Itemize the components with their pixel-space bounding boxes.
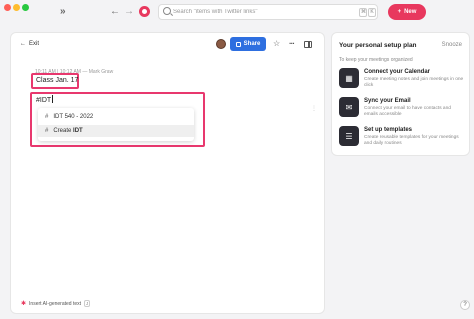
share-label: Share (243, 41, 261, 47)
setup-plan-title: Your personal setup plan (339, 42, 417, 49)
plus-icon: + (397, 9, 402, 15)
lock-icon (235, 41, 241, 47)
search-input[interactable] (173, 6, 343, 18)
new-button-label: New (404, 9, 417, 15)
create-prefix: Create (53, 128, 74, 134)
shortcut-cmd-key: ⌘ (359, 8, 367, 17)
hashtag-text: #IDT (36, 97, 52, 104)
back-arrow-icon: ← (20, 41, 26, 47)
close-window-button[interactable] (4, 4, 11, 11)
new-button[interactable]: + New (388, 4, 426, 20)
avatar[interactable] (216, 39, 226, 49)
setup-task-email[interactable]: ✉ Sync your Email Connect your email to … (339, 97, 467, 123)
task-title: Set up templates (364, 127, 413, 133)
maximize-window-button[interactable] (22, 4, 29, 11)
hash-icon: # (45, 114, 49, 120)
drag-handle-icon[interactable]: ⋮ (311, 105, 317, 112)
setup-task-templates[interactable]: ☰ Set up templates Create reusable templ… (339, 126, 467, 152)
back-arrow-icon[interactable]: ← (110, 6, 120, 18)
exit-button[interactable]: ← Exit (20, 41, 39, 47)
setup-task-calendar[interactable]: ▦ Connect your Calendar Create meeting n… (339, 68, 467, 94)
sidebar-toggle-icon[interactable] (304, 41, 312, 48)
email-icon: ✉ (339, 97, 359, 117)
task-title: Connect your Calendar (364, 69, 431, 75)
collapse-sidebar-icon[interactable]: » (60, 6, 66, 18)
calendar-icon: ▦ (339, 68, 359, 88)
shortcut-k-key: K (368, 8, 376, 17)
document-panel: ← Exit Share ☆ ··· 10:11 AM | 10:12 AM —… (10, 32, 325, 314)
setup-plan-subtitle: To keep your meetings organized (339, 57, 413, 63)
suggestion-label: IDT 540 - 2022 (53, 114, 94, 120)
task-description: Create meeting notes and join meetings i… (364, 77, 464, 88)
suggestion-item-create-tag[interactable]: # Create IDT (38, 125, 194, 137)
ai-shortcut-key: J (84, 300, 91, 307)
snooze-button[interactable]: Snooze (442, 42, 462, 48)
task-description: Connect your email to have contacts and … (364, 106, 451, 117)
help-button[interactable]: ? (460, 300, 470, 310)
more-options-icon[interactable]: ··· (289, 39, 295, 49)
share-button[interactable]: Share (230, 37, 266, 51)
hashtag-input[interactable]: #IDT (36, 95, 54, 104)
search-icon (163, 7, 171, 15)
sparkle-icon: ✱ (21, 301, 27, 307)
template-icon: ☰ (339, 126, 359, 146)
page-title[interactable]: Class Jan. 17 (36, 77, 78, 84)
create-tag-name: IDT (73, 128, 83, 134)
forward-arrow-icon[interactable]: → (124, 6, 134, 18)
search-bar[interactable]: ⌘ K (158, 4, 378, 20)
hash-icon: # (45, 128, 49, 134)
star-icon[interactable]: ☆ (273, 39, 280, 49)
text-caret (52, 95, 54, 103)
ai-insert-hint[interactable]: ✱ Insert AI-generated text J (21, 300, 91, 307)
exit-label: Exit (29, 41, 40, 47)
setup-plan-panel: Your personal setup plan Snooze To keep … (331, 32, 470, 156)
suggestion-label: Create IDT (53, 128, 82, 134)
tag-suggestion-dropdown: # IDT 540 - 2022 # Create IDT (38, 108, 194, 141)
title-bar: » ← → ⌘ K + New (0, 0, 474, 26)
app-logo[interactable] (139, 6, 150, 17)
ai-insert-label: Insert AI-generated text (29, 300, 82, 307)
task-title: Sync your Email (364, 98, 411, 104)
suggestion-item-existing-tag[interactable]: # IDT 540 - 2022 (38, 111, 194, 123)
minimize-window-button[interactable] (13, 4, 20, 11)
task-description: Create reusable templates for your meeti… (364, 135, 459, 146)
